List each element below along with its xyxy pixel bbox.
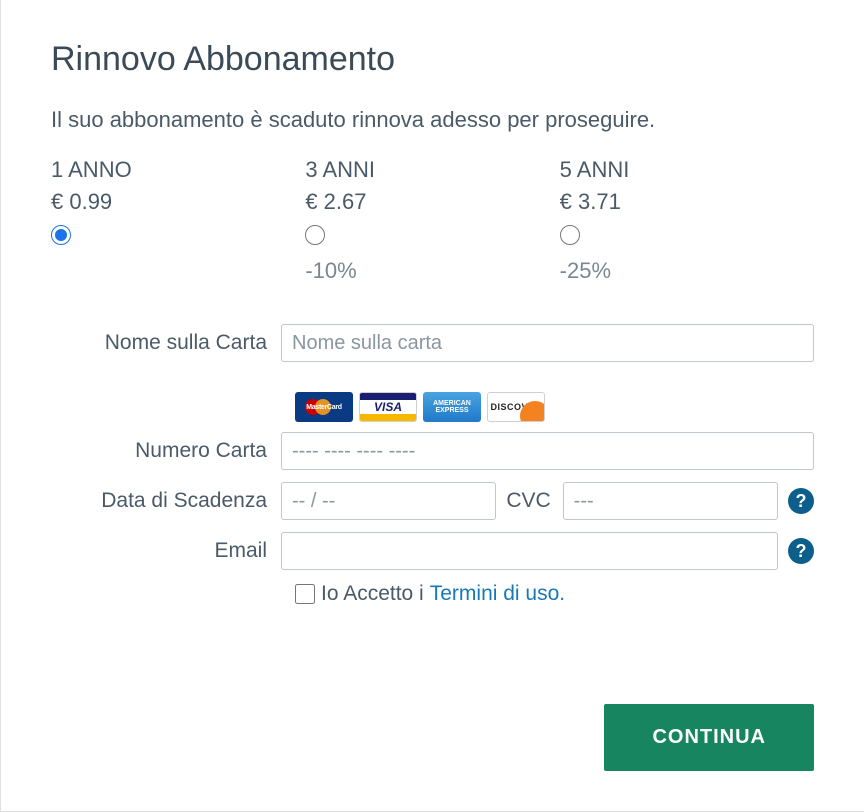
page-title: Rinnovo Abbonamento xyxy=(51,40,814,79)
plan-price: € 2.67 xyxy=(305,189,559,215)
plan-1-year: 1 ANNO € 0.99 xyxy=(51,157,305,284)
visa-icon: VISA xyxy=(359,392,417,422)
expiry-label: Data di Scadenza xyxy=(51,489,281,513)
subscription-renewal-modal: Rinnovo Abbonamento Il suo abbonamento è… xyxy=(0,0,864,812)
plan-price: € 3.71 xyxy=(560,189,814,215)
card-name-input[interactable] xyxy=(281,324,814,362)
continue-button[interactable]: CONTINUA xyxy=(604,704,814,771)
plan-5-years: 5 ANNI € 3.71 -25% xyxy=(560,157,814,284)
email-label: Email xyxy=(51,539,281,563)
plan-discount: -25% xyxy=(560,258,814,284)
plan-name: 3 ANNI xyxy=(305,157,559,183)
page-subtitle: Il suo abbonamento è scaduto rinnova ade… xyxy=(51,107,814,133)
plan-options: 1 ANNO € 0.99 3 ANNI € 2.67 -10% 5 ANNI … xyxy=(51,157,814,284)
mastercard-icon: MasterCard xyxy=(295,392,353,422)
expiry-input[interactable] xyxy=(281,482,496,520)
terms-row: Io Accetto i Termini di uso. xyxy=(295,582,814,606)
card-name-label: Nome sulla Carta xyxy=(51,331,281,355)
plan-price: € 0.99 xyxy=(51,189,305,215)
plan-discount: -10% xyxy=(305,258,559,284)
discover-icon: DISCOVER xyxy=(487,392,545,422)
terms-prefix: Io Accetto i xyxy=(321,582,424,606)
plan-3-years: 3 ANNI € 2.67 -10% xyxy=(305,157,559,284)
terms-checkbox[interactable] xyxy=(295,584,315,604)
card-brand-icons: MasterCard VISA AMERICAN EXPRESS DISCOVE… xyxy=(295,392,814,422)
plan-name: 5 ANNI xyxy=(560,157,814,183)
terms-link[interactable]: Termini di uso. xyxy=(430,582,565,606)
cvc-label: CVC xyxy=(506,489,550,513)
plan-radio-1-year[interactable] xyxy=(51,225,71,245)
plan-name: 1 ANNO xyxy=(51,157,305,183)
card-number-input[interactable] xyxy=(281,432,814,470)
plan-radio-5-years[interactable] xyxy=(560,225,580,245)
cvc-input[interactable] xyxy=(563,482,778,520)
cvc-help-icon[interactable]: ? xyxy=(788,488,814,514)
amex-icon: AMERICAN EXPRESS xyxy=(423,392,481,422)
email-input[interactable] xyxy=(281,532,778,570)
plan-radio-3-years[interactable] xyxy=(305,225,325,245)
email-help-icon[interactable]: ? xyxy=(788,538,814,564)
card-number-label: Numero Carta xyxy=(51,439,281,463)
